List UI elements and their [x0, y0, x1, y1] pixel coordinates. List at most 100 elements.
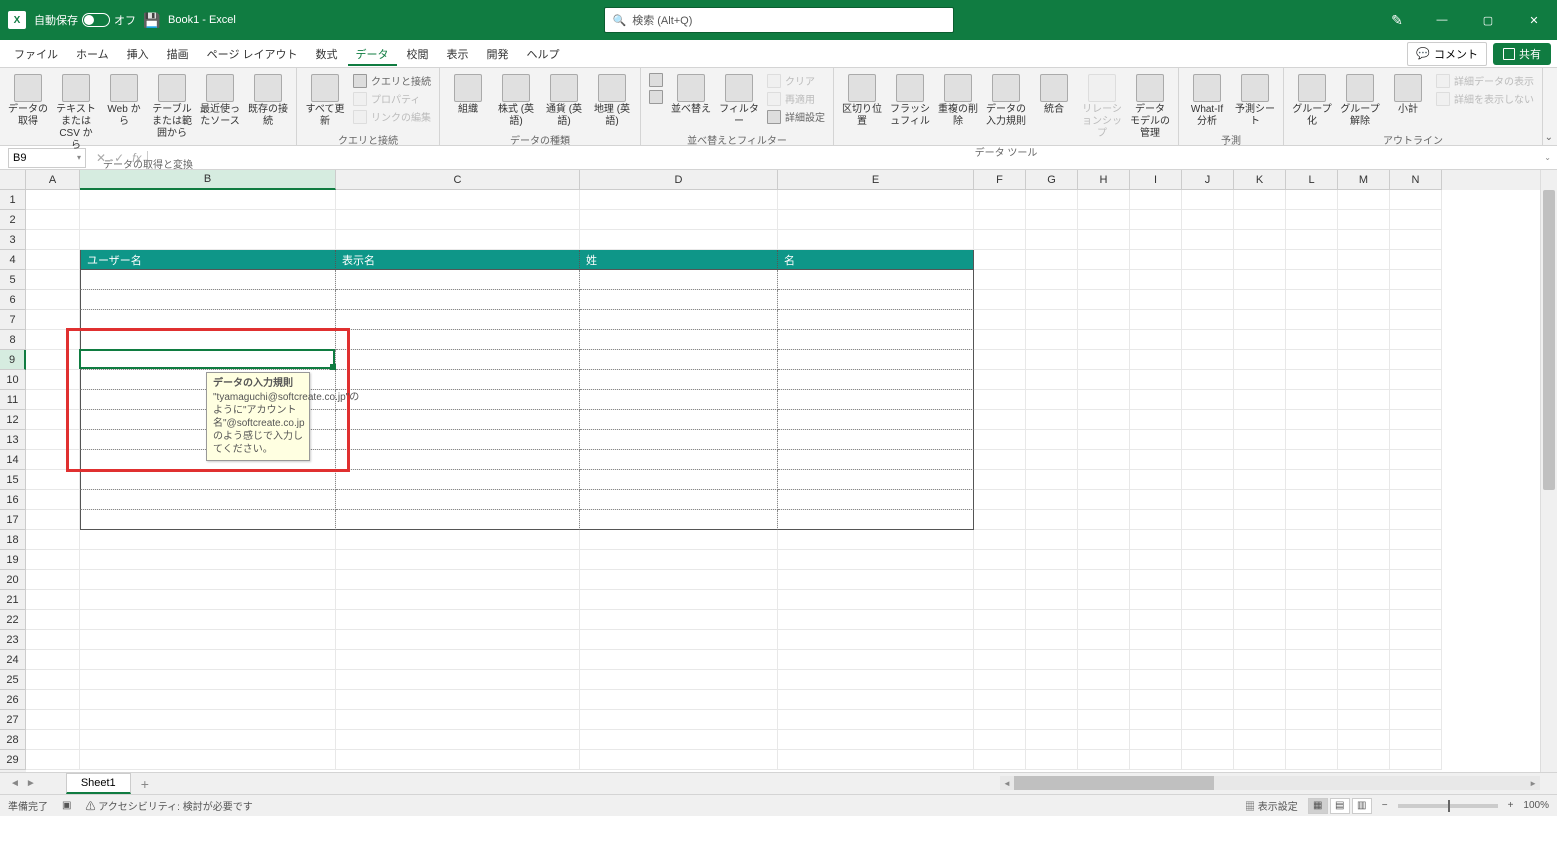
cell-N6[interactable]: [1390, 290, 1442, 310]
cell-N24[interactable]: [1390, 650, 1442, 670]
cell-D26[interactable]: [580, 690, 778, 710]
cell-K14[interactable]: [1234, 450, 1286, 470]
ribbon-btn-データの入力規則[interactable]: データの入力規則: [984, 72, 1028, 130]
cell-M10[interactable]: [1338, 370, 1390, 390]
col-header-C[interactable]: C: [336, 170, 580, 190]
cell-L10[interactable]: [1286, 370, 1338, 390]
cell-A15[interactable]: [26, 470, 80, 490]
cell-L15[interactable]: [1286, 470, 1338, 490]
cell-H28[interactable]: [1078, 730, 1130, 750]
cell-G8[interactable]: [1026, 330, 1078, 350]
cell-N12[interactable]: [1390, 410, 1442, 430]
cell-F11[interactable]: [974, 390, 1026, 410]
table-cell-E7[interactable]: [778, 310, 974, 330]
table-cell-B16[interactable]: [80, 490, 336, 510]
table-cell-B15[interactable]: [80, 470, 336, 490]
cell-L29[interactable]: [1286, 750, 1338, 770]
cell-J23[interactable]: [1182, 630, 1234, 650]
row-header-22[interactable]: 22: [0, 610, 26, 630]
cell-D25[interactable]: [580, 670, 778, 690]
table-cell-B8[interactable]: [80, 330, 336, 350]
table-cell-E15[interactable]: [778, 470, 974, 490]
cell-B26[interactable]: [80, 690, 336, 710]
row-header-18[interactable]: 18: [0, 530, 26, 550]
cell-L26[interactable]: [1286, 690, 1338, 710]
cell-H11[interactable]: [1078, 390, 1130, 410]
cell-G12[interactable]: [1026, 410, 1078, 430]
table-cell-C15[interactable]: [336, 470, 580, 490]
cell-F21[interactable]: [974, 590, 1026, 610]
cell-C20[interactable]: [336, 570, 580, 590]
cell-N16[interactable]: [1390, 490, 1442, 510]
zoom-in-button[interactable]: +: [1508, 800, 1514, 811]
cell-H24[interactable]: [1078, 650, 1130, 670]
cell-I13[interactable]: [1130, 430, 1182, 450]
cell-N28[interactable]: [1390, 730, 1442, 750]
cell-L11[interactable]: [1286, 390, 1338, 410]
cell-M21[interactable]: [1338, 590, 1390, 610]
cell-H14[interactable]: [1078, 450, 1130, 470]
cell-K19[interactable]: [1234, 550, 1286, 570]
page-break-view-button[interactable]: ▥: [1352, 798, 1372, 814]
table-cell-C9[interactable]: [336, 350, 580, 370]
cell-F27[interactable]: [974, 710, 1026, 730]
ribbon-sub-クエリと接続[interactable]: クエリと接続: [351, 72, 433, 89]
cell-M4[interactable]: [1338, 250, 1390, 270]
table-header-C[interactable]: 表示名: [336, 250, 580, 270]
cell-J3[interactable]: [1182, 230, 1234, 250]
cell-L4[interactable]: [1286, 250, 1338, 270]
share-button[interactable]: 共有: [1493, 43, 1551, 65]
cell-D22[interactable]: [580, 610, 778, 630]
ribbon-sub-詳細設定[interactable]: 詳細設定: [765, 108, 827, 125]
cell-J13[interactable]: [1182, 430, 1234, 450]
cell-G15[interactable]: [1026, 470, 1078, 490]
cell-A12[interactable]: [26, 410, 80, 430]
cell-H3[interactable]: [1078, 230, 1130, 250]
page-layout-view-button[interactable]: ▤: [1330, 798, 1350, 814]
cell-F20[interactable]: [974, 570, 1026, 590]
cell-L3[interactable]: [1286, 230, 1338, 250]
cell-M14[interactable]: [1338, 450, 1390, 470]
cell-C24[interactable]: [336, 650, 580, 670]
col-header-M[interactable]: M: [1338, 170, 1390, 190]
table-cell-C12[interactable]: [336, 410, 580, 430]
cell-G17[interactable]: [1026, 510, 1078, 530]
col-header-H[interactable]: H: [1078, 170, 1130, 190]
cell-F7[interactable]: [974, 310, 1026, 330]
menu-ページ レイアウト[interactable]: ページ レイアウト: [199, 42, 306, 66]
cell-H7[interactable]: [1078, 310, 1130, 330]
cell-I6[interactable]: [1130, 290, 1182, 310]
cell-M11[interactable]: [1338, 390, 1390, 410]
table-cell-D17[interactable]: [580, 510, 778, 530]
table-header-D[interactable]: 姓: [580, 250, 778, 270]
cell-I11[interactable]: [1130, 390, 1182, 410]
cell-L21[interactable]: [1286, 590, 1338, 610]
cell-N4[interactable]: [1390, 250, 1442, 270]
cell-J16[interactable]: [1182, 490, 1234, 510]
cell-M19[interactable]: [1338, 550, 1390, 570]
cell-K25[interactable]: [1234, 670, 1286, 690]
cell-M7[interactable]: [1338, 310, 1390, 330]
cell-D20[interactable]: [580, 570, 778, 590]
cell-I3[interactable]: [1130, 230, 1182, 250]
cell-G4[interactable]: [1026, 250, 1078, 270]
table-cell-E10[interactable]: [778, 370, 974, 390]
cell-D27[interactable]: [580, 710, 778, 730]
cell-G6[interactable]: [1026, 290, 1078, 310]
cell-G11[interactable]: [1026, 390, 1078, 410]
cell-E24[interactable]: [778, 650, 974, 670]
cell-N23[interactable]: [1390, 630, 1442, 650]
menu-描画[interactable]: 描画: [159, 42, 197, 66]
save-icon[interactable]: 💾: [144, 12, 160, 28]
cell-M16[interactable]: [1338, 490, 1390, 510]
cell-F4[interactable]: [974, 250, 1026, 270]
display-settings-button[interactable]: ▦ 表示設定: [1245, 798, 1298, 813]
cell-C18[interactable]: [336, 530, 580, 550]
search-box[interactable]: 🔍 検索 (Alt+Q): [604, 7, 954, 33]
cell-I24[interactable]: [1130, 650, 1182, 670]
autosave-toggle[interactable]: 自動保存 オフ: [34, 12, 136, 28]
cell-H20[interactable]: [1078, 570, 1130, 590]
ribbon-btn-組織[interactable]: 組織: [446, 72, 490, 118]
cell-J5[interactable]: [1182, 270, 1234, 290]
cell-M9[interactable]: [1338, 350, 1390, 370]
